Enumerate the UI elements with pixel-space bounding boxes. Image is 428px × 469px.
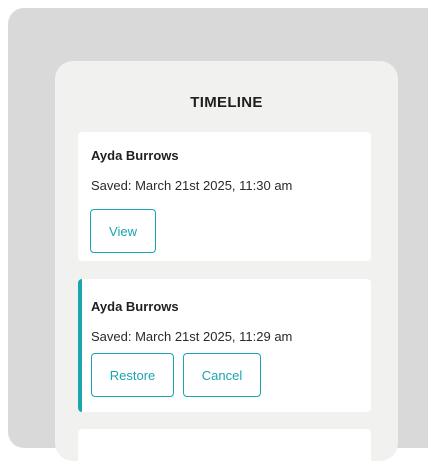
entry-author: Ayda Burrows <box>91 299 179 314</box>
entry-saved-time: Saved: March 21st 2025, 11:30 am <box>91 178 293 193</box>
panel-title: TIMELINE <box>190 94 263 111</box>
backdrop: TIMELINE Ayda Burrows Saved: March 21st … <box>8 8 428 469</box>
selected-indicator <box>78 279 82 412</box>
cancel-button[interactable]: Cancel <box>183 353 261 397</box>
entry-saved-time: Saved: March 21st 2025, 11:29 am <box>91 329 293 344</box>
timeline-entry: Ayda Burrows Saved: March 21st 2025, 11:… <box>78 132 371 261</box>
timeline-entry-selected: Ayda Burrows Saved: March 21st 2025, 11:… <box>78 279 371 412</box>
restore-button[interactable]: Restore <box>91 353 174 397</box>
timeline-panel: TIMELINE Ayda Burrows Saved: March 21st … <box>55 61 398 469</box>
view-button[interactable]: View <box>90 209 156 253</box>
timeline-entry-partial <box>78 429 371 469</box>
entry-author: Ayda Burrows <box>91 148 179 163</box>
